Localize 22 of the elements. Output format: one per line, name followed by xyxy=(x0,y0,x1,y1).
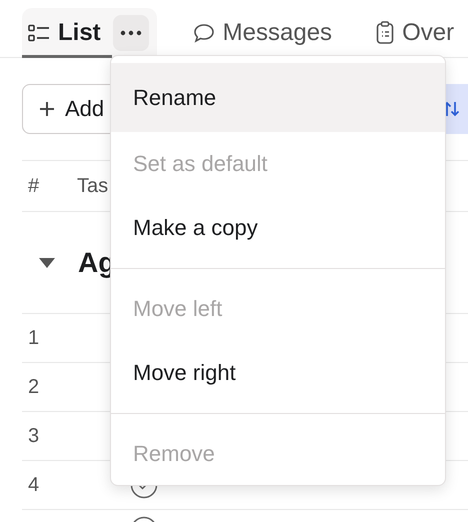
row-number: 3 xyxy=(27,424,40,448)
more-icon xyxy=(120,30,142,36)
more-button[interactable] xyxy=(112,15,149,51)
tab-label: Messages xyxy=(222,21,332,45)
list-icon xyxy=(28,24,50,42)
tab-label: List xyxy=(58,21,101,45)
column-header: # xyxy=(27,174,40,198)
menu-item[interactable]: Move right xyxy=(111,341,445,405)
row-number: 1 xyxy=(27,326,40,350)
tab-label: Over xyxy=(402,21,454,45)
speech-bubble-icon xyxy=(192,23,215,43)
clipboard-icon xyxy=(376,21,394,45)
row-number: 4 xyxy=(27,474,40,496)
tab[interactable]: List xyxy=(22,8,157,58)
column-header: Tas xyxy=(77,174,108,198)
row-number: 2 xyxy=(27,376,40,398)
tab[interactable]: Over xyxy=(370,8,462,58)
caret-icon[interactable] xyxy=(38,256,56,268)
plus-icon xyxy=(39,101,55,117)
menu-item[interactable]: Make a copy xyxy=(111,196,445,260)
menu-item[interactable]: Rename xyxy=(111,63,445,132)
tab[interactable]: Messages xyxy=(186,8,340,58)
